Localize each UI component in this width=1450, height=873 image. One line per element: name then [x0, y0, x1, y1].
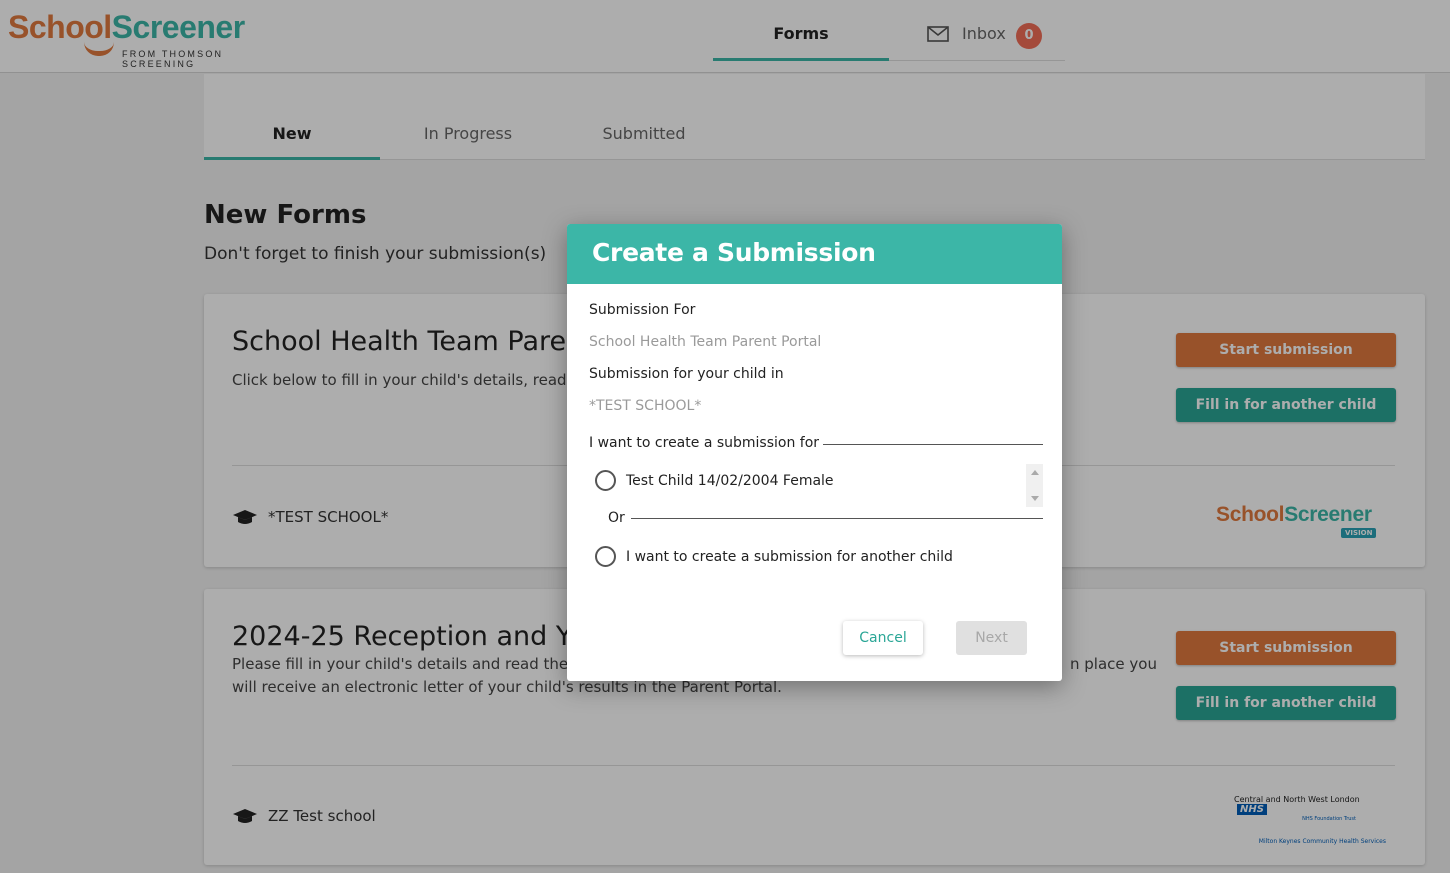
or-text: Or	[608, 510, 625, 526]
dialog-title: Create a Submission	[567, 224, 1062, 284]
child-in-value: *TEST SCHOOL*	[589, 398, 702, 414]
scroll-up-arrow-icon[interactable]	[1031, 470, 1039, 475]
child-list-scrollbar[interactable]	[1026, 464, 1043, 507]
child-option-radio[interactable]: Test Child 14/02/2004 Female	[595, 470, 834, 491]
legend-text: I want to create a submission for	[589, 435, 820, 451]
another-child-option-radio[interactable]: I want to create a submission for anothe…	[595, 546, 953, 567]
create-submission-dialog: Create a Submission Submission For Schoo…	[567, 224, 1062, 681]
next-button[interactable]: Next	[956, 621, 1027, 655]
cancel-button[interactable]: Cancel	[843, 621, 923, 655]
radio-unchecked-icon[interactable]	[595, 546, 616, 567]
another-child-option-label: I want to create a submission for anothe…	[626, 548, 953, 565]
child-in-label: Submission for your child in	[589, 366, 784, 382]
submission-for-value: School Health Team Parent Portal	[589, 334, 822, 350]
submission-target-legend: I want to create a submission for	[589, 435, 1043, 451]
submission-for-label: Submission For	[589, 302, 696, 318]
radio-unchecked-icon[interactable]	[595, 470, 616, 491]
scroll-down-arrow-icon[interactable]	[1031, 496, 1039, 501]
child-option-label: Test Child 14/02/2004 Female	[626, 472, 834, 489]
or-separator: Or	[608, 510, 1043, 526]
